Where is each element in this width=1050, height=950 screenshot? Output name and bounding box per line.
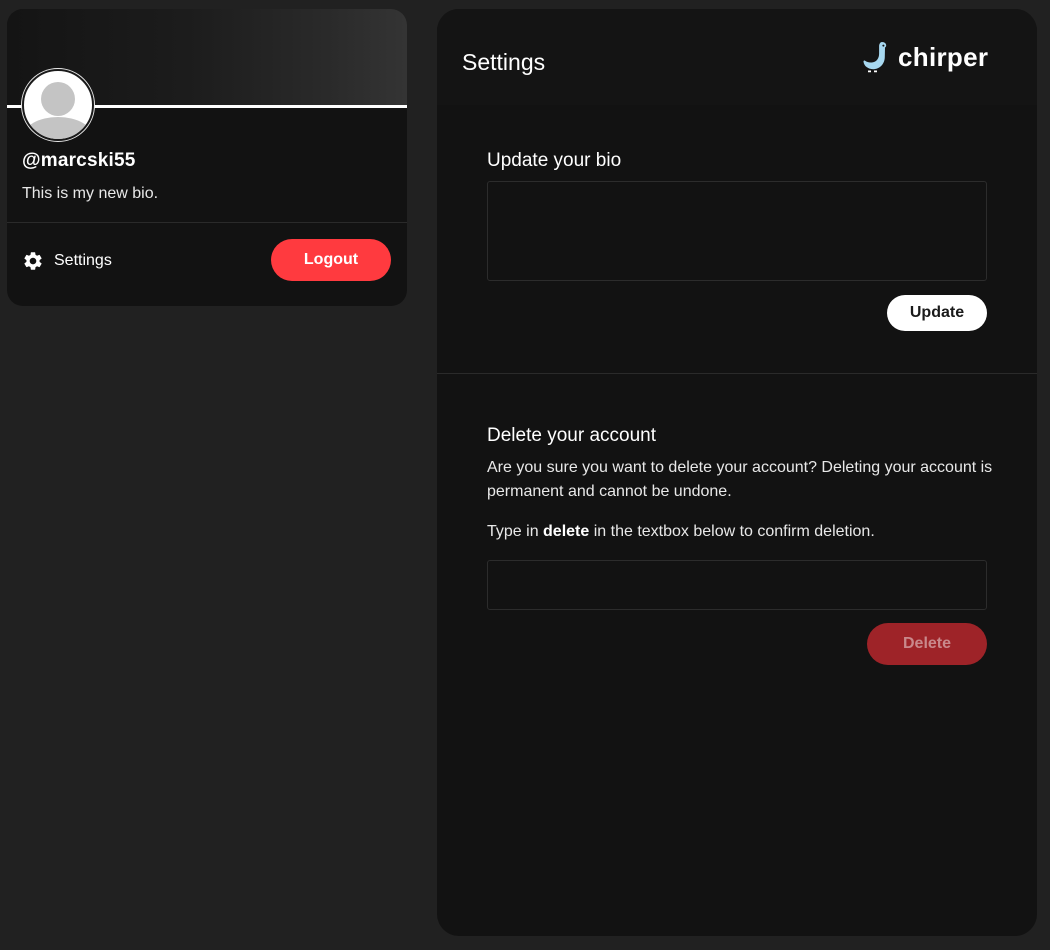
gear-icon (24, 252, 42, 270)
card-divider (7, 222, 407, 223)
bio-input[interactable] (487, 181, 987, 281)
settings-link-label: Settings (54, 252, 112, 269)
instruction-suffix: in the textbox below to confirm deletion… (589, 523, 875, 540)
section-divider (437, 373, 1037, 374)
delete-confirm-input[interactable] (487, 560, 987, 610)
profile-username: @marcski55 (22, 150, 136, 171)
profile-bio: This is my new bio. (22, 185, 159, 202)
bird-icon (863, 42, 887, 73)
update-bio-button[interactable]: Update (887, 295, 987, 331)
chirper-logo[interactable]: chirper (862, 40, 988, 74)
default-user-icon (41, 82, 75, 116)
settings-panel: Settings chirper Update your bio Update … (437, 9, 1037, 936)
delete-instruction-text: Type in delete in the textbox below to c… (487, 521, 875, 543)
bio-section-heading: Update your bio (487, 150, 622, 171)
settings-header: Settings chirper (437, 9, 1037, 105)
profile-card: @marcski55 This is my new bio. Settings … (7, 9, 407, 306)
default-user-body (24, 117, 92, 139)
avatar[interactable] (22, 69, 94, 141)
delete-account-button[interactable]: Delete (867, 623, 987, 665)
settings-link[interactable]: Settings (22, 247, 112, 275)
instruction-keyword: delete (543, 523, 590, 540)
logo-text: chirper (898, 41, 989, 72)
delete-section-heading: Delete your account (487, 425, 656, 446)
instruction-prefix: Type in (487, 523, 544, 540)
logout-button[interactable]: Logout (271, 239, 391, 281)
page-title: Settings (462, 49, 546, 75)
delete-warning-text: Are you sure you want to delete your acc… (487, 459, 993, 500)
